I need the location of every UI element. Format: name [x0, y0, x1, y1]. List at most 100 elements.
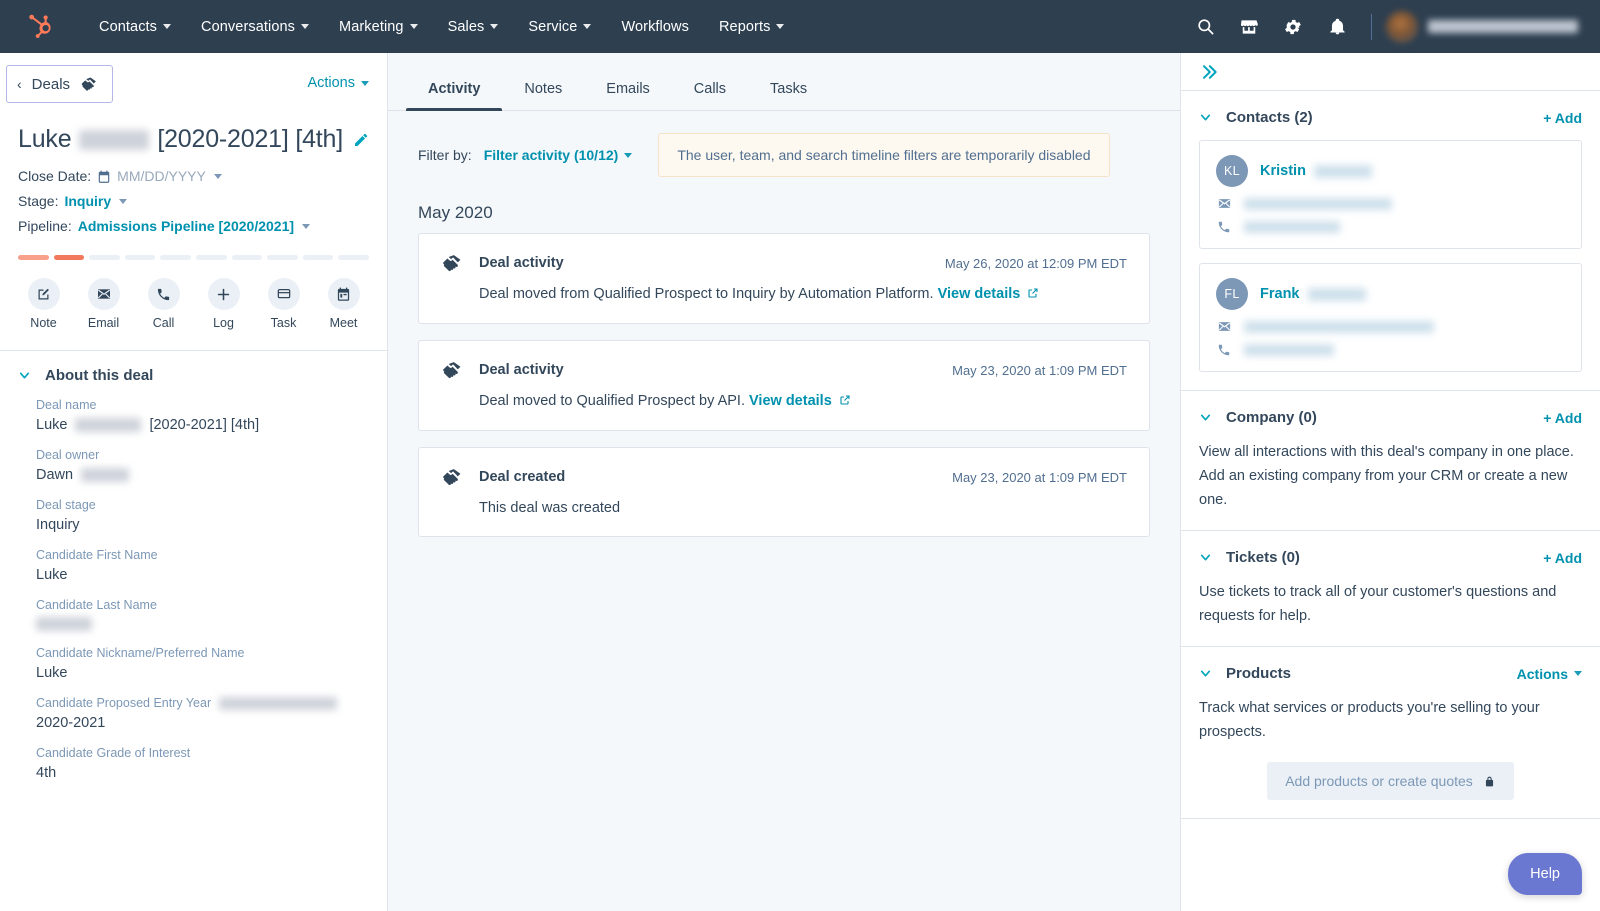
activity-card[interactable]: Deal activity May 26, 2020 at 12:09 PM E…: [418, 233, 1150, 324]
chevron-down-icon[interactable]: [1199, 411, 1212, 424]
property-value-text: Luke: [36, 417, 68, 433]
tab-notes[interactable]: Notes: [502, 80, 584, 111]
stage-segment[interactable]: [160, 255, 191, 260]
add-company-button[interactable]: + Add: [1543, 410, 1582, 426]
stage-segment[interactable]: [267, 255, 298, 260]
stage-segment[interactable]: [89, 255, 120, 260]
contact-name[interactable]: Frank: [1260, 286, 1366, 302]
activity-body: Deal moved from Qualified Prospect to In…: [441, 274, 1127, 303]
property-label: Candidate Last Name: [36, 598, 157, 612]
tab-activity[interactable]: Activity: [406, 80, 503, 111]
activity-card[interactable]: Deal created May 23, 2020 at 1:09 PM EDT…: [418, 447, 1150, 537]
nav-item-service[interactable]: Service: [513, 3, 606, 51]
contact-name[interactable]: Kristin: [1260, 163, 1372, 179]
stage-row[interactable]: Stage: Inquiry: [18, 189, 369, 214]
user-account-menu[interactable]: [1386, 10, 1582, 43]
record-tabs: Activity Notes Emails Calls Tasks: [388, 53, 1180, 111]
contact-card-header: KL Kristin: [1216, 155, 1565, 187]
activity-title: Deal activity: [479, 255, 564, 271]
stage-segment[interactable]: [338, 255, 369, 260]
nav-item-workflows[interactable]: Workflows: [606, 3, 704, 51]
activity-title: Deal created: [479, 469, 566, 485]
add-products-or-create-quotes-button[interactable]: Add products or create quotes: [1267, 762, 1514, 800]
chevron-down-icon[interactable]: [1199, 551, 1212, 564]
top-navigation-bar: Contacts Conversations Marketing Sales S…: [0, 0, 1600, 53]
close-date-row[interactable]: Close Date: MM/DD/YYYY: [18, 164, 369, 189]
back-to-deals-button[interactable]: ‹ Deals: [6, 65, 114, 103]
pipeline-row[interactable]: Pipeline: Admissions Pipeline [2020/2021…: [18, 214, 369, 239]
stage-segment[interactable]: [53, 255, 85, 260]
nav-label: Reports: [718, 18, 771, 35]
stage-value[interactable]: Inquiry: [64, 189, 111, 214]
stage-segment[interactable]: [124, 255, 156, 260]
envelope-icon: [87, 278, 120, 310]
nav-right-cluster: [1185, 7, 1582, 47]
contact-email-row[interactable]: [1216, 310, 1565, 334]
quick-action-log[interactable]: Log: [201, 278, 247, 330]
contact-card[interactable]: FL Frank: [1199, 263, 1582, 372]
lock-icon: [1483, 775, 1496, 788]
tab-label: Emails: [606, 80, 650, 97]
chevron-down-icon[interactable]: [1199, 111, 1212, 124]
stage-segment[interactable]: [195, 255, 227, 260]
chevron-down-icon[interactable]: [1199, 667, 1212, 680]
filter-by-label: Filter by:: [418, 147, 472, 163]
contact-card[interactable]: KL Kristin: [1199, 140, 1582, 249]
filter-activity-dropdown[interactable]: Filter activity (10/12): [484, 147, 633, 163]
tab-tasks[interactable]: Tasks: [748, 81, 829, 111]
search-icon[interactable]: [1185, 7, 1225, 47]
nav-item-conversations[interactable]: Conversations: [186, 3, 324, 51]
stage-segment[interactable]: [302, 255, 334, 260]
contact-first-name: Frank: [1260, 286, 1300, 302]
products-button-wrap: Add products or create quotes: [1199, 744, 1582, 800]
phone-icon: [1217, 220, 1233, 234]
hubspot-sprocket-logo-icon[interactable]: [26, 12, 56, 42]
tab-label: Notes: [524, 80, 563, 97]
about-this-deal-header[interactable]: About this deal: [0, 351, 387, 390]
products-actions-dropdown[interactable]: Actions: [1517, 666, 1582, 682]
deal-stage-progress-bar[interactable]: [0, 239, 387, 260]
nav-item-marketing[interactable]: Marketing: [324, 3, 433, 51]
hubspot-deal-record-page: Contacts Conversations Marketing Sales S…: [0, 0, 1600, 911]
redacted-phone: [1244, 221, 1340, 233]
property-label: Candidate First Name: [36, 548, 158, 562]
quick-action-email[interactable]: Email: [81, 278, 127, 330]
tab-calls[interactable]: Calls: [672, 81, 748, 111]
quick-action-label: Meet: [329, 316, 358, 330]
view-details-link[interactable]: View details: [938, 286, 1040, 302]
quick-action-task[interactable]: Task: [261, 278, 307, 330]
main-nav-items: Contacts Conversations Marketing Sales S…: [84, 3, 799, 51]
quick-action-meet[interactable]: Meet: [321, 278, 367, 330]
contacts-section: Contacts (2) + Add KL Kristin FL Frank: [1181, 91, 1600, 391]
double-chevron-right-icon[interactable]: [1199, 62, 1219, 82]
nav-item-reports[interactable]: Reports: [704, 3, 799, 51]
add-contact-button[interactable]: + Add: [1543, 110, 1582, 126]
contact-email-row[interactable]: [1216, 187, 1565, 211]
page-body: ‹ Deals Actions Luke [2020-2021] [4th] C…: [0, 53, 1600, 911]
pipeline-value[interactable]: Admissions Pipeline [2020/2021]: [78, 214, 294, 239]
stage-segment[interactable]: [18, 255, 49, 260]
pencil-icon[interactable]: [353, 132, 369, 148]
quick-action-call[interactable]: Call: [141, 278, 187, 330]
activity-card[interactable]: Deal activity May 23, 2020 at 1:09 PM ED…: [418, 340, 1150, 431]
activity-card-header: Deal activity May 23, 2020 at 1:09 PM ED…: [441, 359, 1127, 381]
tab-emails[interactable]: Emails: [584, 80, 672, 111]
contact-phone-row[interactable]: [1216, 211, 1565, 234]
chevron-down-icon: [302, 224, 311, 229]
add-ticket-button[interactable]: + Add: [1543, 550, 1582, 566]
nav-item-contacts[interactable]: Contacts: [84, 3, 186, 51]
contact-phone-row[interactable]: [1216, 334, 1565, 357]
redacted-text: [1313, 164, 1372, 178]
view-details-link[interactable]: View details: [749, 393, 851, 409]
nav-item-sales[interactable]: Sales: [433, 3, 514, 51]
stage-segment[interactable]: [231, 255, 263, 260]
deal-actions-dropdown[interactable]: Actions: [307, 67, 369, 91]
tab-label: Activity: [428, 80, 481, 97]
marketplace-icon[interactable]: [1229, 7, 1269, 47]
settings-gear-icon[interactable]: [1273, 7, 1313, 47]
quick-action-note[interactable]: Note: [21, 278, 67, 330]
help-button[interactable]: Help: [1508, 853, 1582, 895]
notifications-bell-icon[interactable]: [1317, 7, 1357, 47]
deal-properties-list: Deal name Luke [2020-2021] [4th] Deal ow…: [0, 390, 387, 781]
timeline-month-heading: May 2020: [418, 203, 493, 222]
